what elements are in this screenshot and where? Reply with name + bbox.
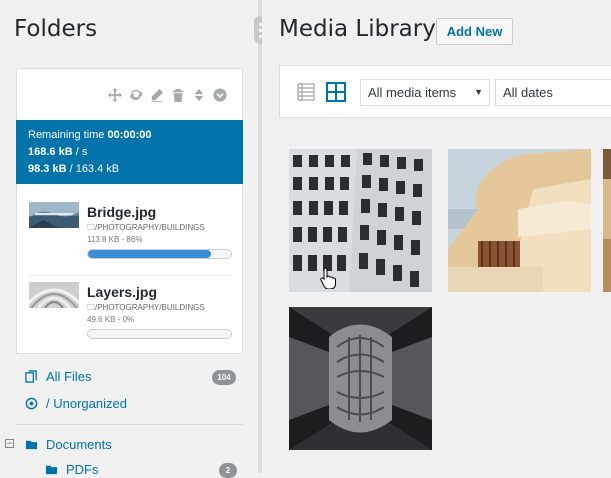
remaining-time: Remaining time 00:00:00 [28, 129, 152, 141]
upload-speed: 168.6 kB / s [28, 146, 88, 158]
divider [16, 424, 243, 425]
upload-status-panel: Remaining time 00:00:00 168.6 kB / s 98.… [16, 120, 243, 184]
move-icon[interactable] [107, 87, 123, 103]
refresh-icon[interactable] [128, 87, 144, 103]
collapse-toggle[interactable]: − [5, 439, 14, 448]
all-files-label: All Files [46, 369, 92, 384]
list-item: Layers.jpg 🗀/PHOTOGRAPHY/BUILDINGS 49.6 … [29, 276, 232, 356]
unorganized-label: / Unorganized [46, 396, 127, 411]
file-thumbnail [29, 202, 79, 228]
file-thumbnail [29, 282, 79, 308]
page-title: Media Library [279, 16, 436, 42]
folder-icon: 🗀 [87, 303, 95, 312]
pencil-icon[interactable] [149, 87, 165, 103]
media-type-select[interactable]: All media items ▼ [360, 79, 490, 106]
list-view-icon[interactable] [297, 83, 315, 101]
add-new-button[interactable]: Add New [436, 18, 513, 45]
file-path: 🗀/PHOTOGRAPHY/BUILDINGS [87, 223, 205, 232]
unorganized-link[interactable]: / Unorganized [24, 396, 127, 411]
file-size: 49.6 KB - 0% [87, 315, 135, 324]
target-icon [24, 397, 38, 411]
folders-panel: Folders Remaining time 00:00:00 168.6 kB… [0, 0, 258, 478]
progress-bar [87, 249, 232, 259]
progress-bar [87, 329, 232, 339]
grid-view-icon[interactable] [326, 82, 346, 102]
file-name: Bridge.jpg [87, 204, 157, 220]
sort-icon[interactable] [191, 87, 207, 103]
file-size: 113.8 KB - 86% [87, 235, 143, 244]
media-thumbnail-arch[interactable] [289, 307, 432, 450]
copy-icon [24, 370, 38, 384]
folder-label: PDFs [66, 462, 99, 477]
media-toolbar: All media items ▼ All dates [279, 65, 611, 118]
count-badge: 2 [219, 463, 237, 478]
media-thumbnail-building[interactable] [289, 149, 432, 292]
list-item: Bridge.jpg 🗀/PHOTOGRAPHY/BUILDINGS 113.8… [29, 196, 232, 276]
progress-fill [88, 250, 211, 258]
hand-pointer-icon [320, 267, 336, 290]
media-thumbnail-partial[interactable] [603, 149, 611, 292]
folder-pdfs[interactable]: PDFs [44, 462, 99, 477]
folders-title: Folders [14, 16, 98, 42]
folder-icon [24, 438, 38, 452]
upload-file-list: Bridge.jpg 🗀/PHOTOGRAPHY/BUILDINGS 113.8… [16, 184, 243, 354]
date-select[interactable]: All dates [495, 79, 611, 106]
folder-icon [44, 463, 58, 477]
file-name: Layers.jpg [87, 284, 158, 300]
chevron-down-circle-icon[interactable] [212, 87, 228, 103]
media-library-panel: Media Library Add New All media items ▼ … [262, 0, 611, 473]
caret-down-icon: ▼ [474, 87, 483, 97]
upload-progress-text: 98.3 kB / 163.4 kB [28, 163, 120, 175]
folder-toolbar [16, 68, 243, 120]
trash-icon[interactable] [170, 87, 186, 103]
folder-icon: 🗀 [87, 223, 95, 232]
media-thumbnail-terrace[interactable] [448, 149, 591, 292]
count-badge: 104 [212, 370, 236, 385]
folder-documents[interactable]: Documents [24, 437, 112, 452]
file-path: 🗀/PHOTOGRAPHY/BUILDINGS [87, 303, 205, 312]
folder-label: Documents [46, 437, 112, 452]
all-files-link[interactable]: All Files [24, 369, 92, 384]
